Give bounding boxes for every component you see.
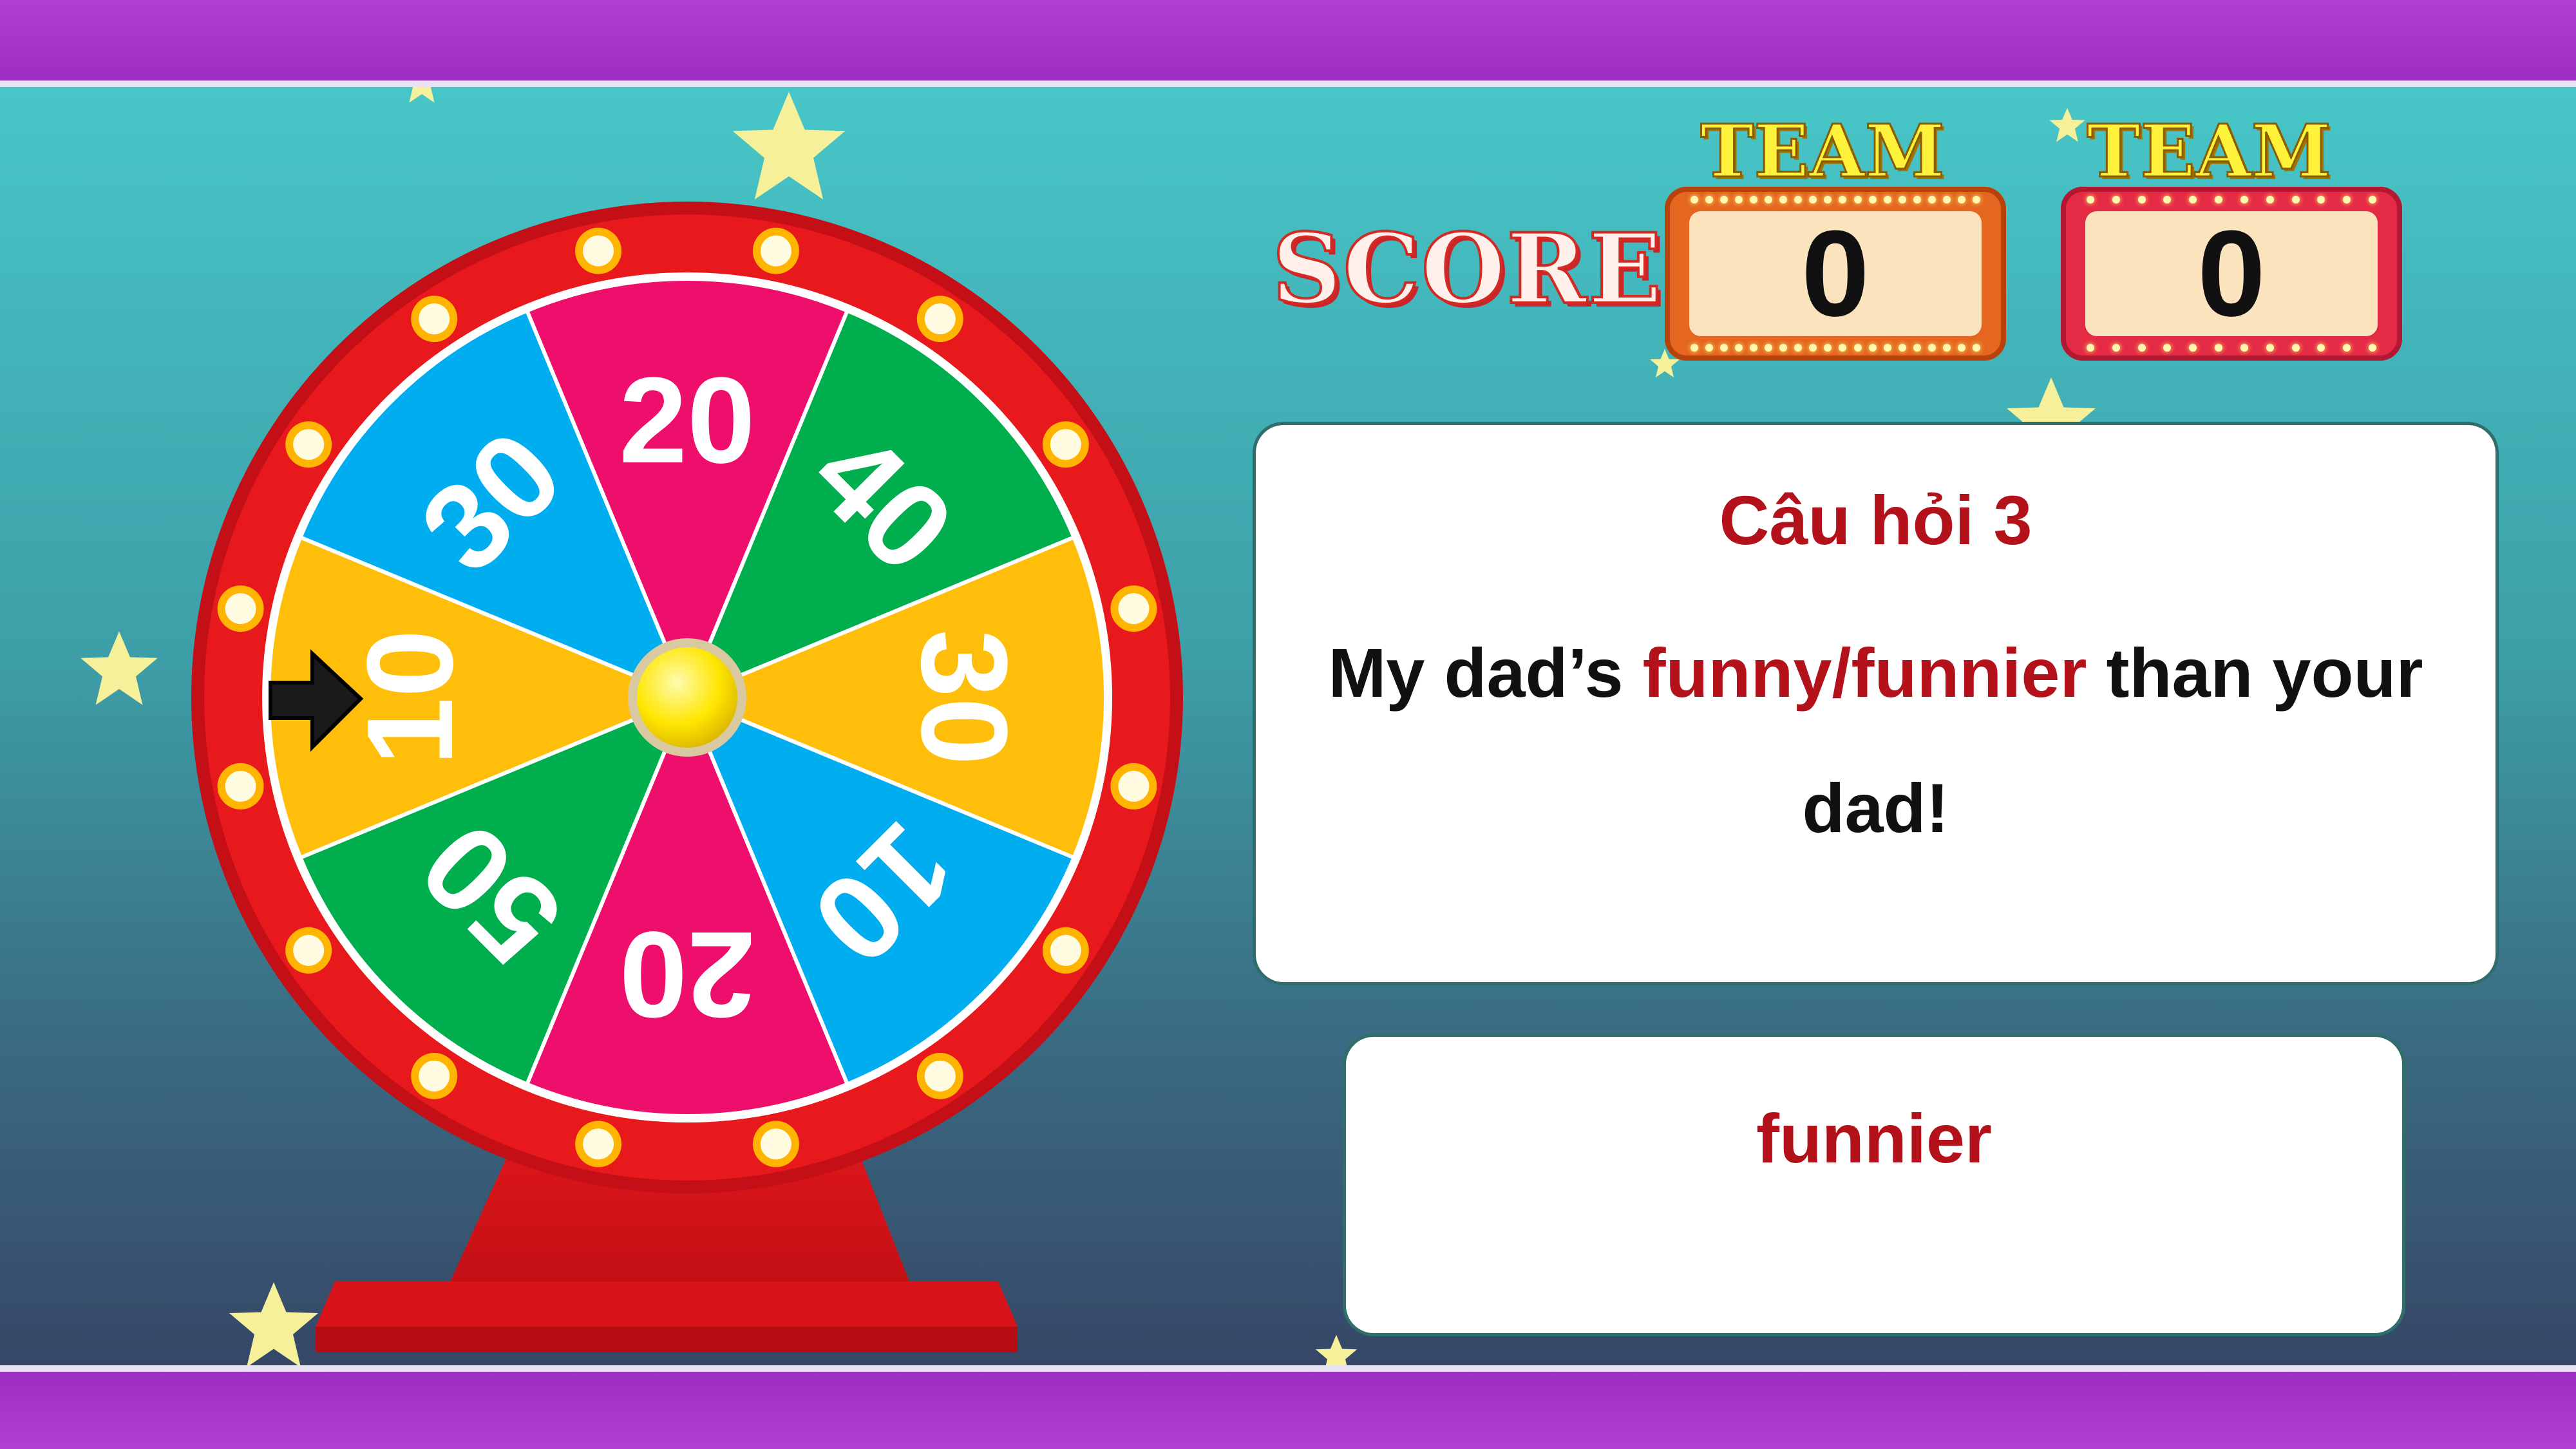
score-label: SCORE	[1271, 211, 1663, 327]
rim-bulb	[1050, 429, 1081, 460]
wheel-segment-label: 20	[619, 352, 755, 489]
wheel-segment-label: 30	[896, 629, 1032, 765]
question-text-before: My dad’s	[1328, 634, 1643, 712]
wheel-hub[interactable]	[637, 647, 737, 748]
rim-bulb	[225, 593, 256, 625]
rim-bulb	[583, 1128, 614, 1160]
rim-bulb	[293, 429, 325, 460]
rim-bulb	[760, 1128, 791, 1160]
wheel-segment-label: 10	[342, 629, 478, 765]
team-b-score-value: 0	[2085, 205, 2378, 342]
rim-bulb	[924, 303, 956, 335]
rim-bulb	[419, 303, 450, 335]
answer-text: funnier	[1756, 1099, 1992, 1177]
rim-bulb	[293, 934, 325, 966]
rim-bulb	[225, 770, 256, 802]
answer-card[interactable]: funnier	[1343, 1034, 2405, 1336]
question-title: Câu hỏi 3	[1719, 481, 2032, 559]
rim-bulb	[1050, 934, 1081, 966]
question-text: My dad’s funny/funnier than your dad!	[1307, 605, 2444, 876]
rim-bulb	[419, 1060, 450, 1092]
bottom-frame-bar	[0, 1365, 2576, 1449]
rim-bulb	[583, 235, 614, 267]
rim-bulb	[1118, 770, 1150, 802]
team-a-score-box[interactable]: 0	[1665, 187, 2006, 361]
team-a-score-value: 0	[1689, 205, 1982, 342]
wheel-segment-label: 20	[619, 906, 755, 1043]
rim-bulb	[1118, 593, 1150, 625]
question-highlight: funny/funnier	[1642, 634, 2087, 712]
question-card: Câu hỏi 3 My dad’s funny/funnier than yo…	[1253, 422, 2499, 985]
team-b-score-box[interactable]: 0	[2061, 187, 2402, 361]
rim-bulb	[760, 235, 791, 267]
rim-bulb	[924, 1060, 956, 1092]
